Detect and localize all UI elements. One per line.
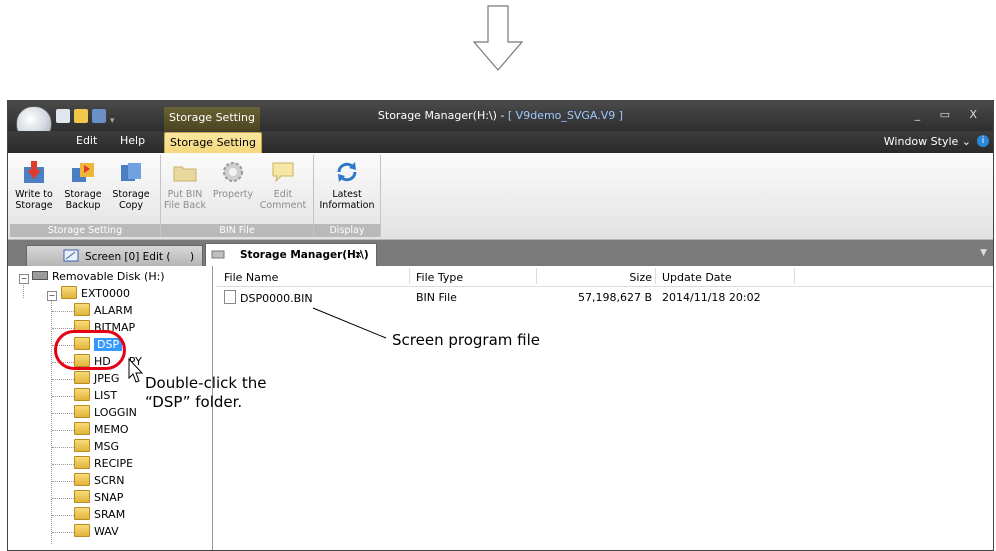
annotation-lines bbox=[312, 307, 387, 339]
annotation-double-click: Double-click the “DSP” folder. bbox=[145, 374, 266, 412]
annotation-line-2: “DSP” folder. bbox=[145, 393, 243, 411]
annotation-screen-program: Screen program file bbox=[392, 331, 540, 349]
mouse-cursor-icon bbox=[128, 358, 144, 383]
highlight-oval bbox=[54, 330, 126, 370]
annotation-line-1: Double-click the bbox=[145, 374, 267, 392]
